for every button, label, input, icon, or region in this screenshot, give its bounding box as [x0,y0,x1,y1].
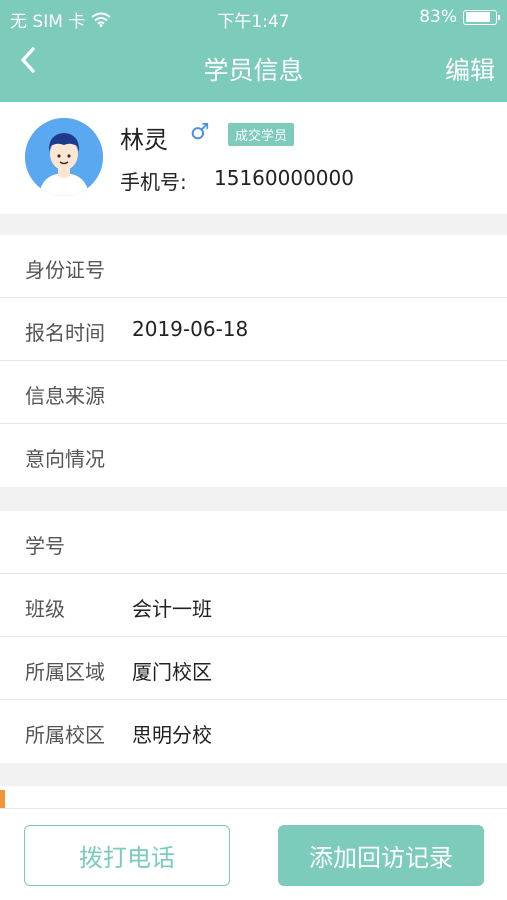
page-title: 学员信息 [203,56,304,85]
info-row-source: 信息来源 [0,361,507,424]
info-row-campus: 所属校区 思明分校 [0,700,507,763]
row-label: 所属区域 [25,660,105,684]
phone-number: 15160000000 [214,166,354,190]
student-name: 林灵 [120,126,168,154]
info-row-enroll-date: 报名时间 2019-06-18 [0,298,507,361]
bottom-action-bar: 拨打电话 添加回访记录 [0,808,507,900]
row-label: 报名时间 [25,321,105,345]
row-value: 2019-06-18 [132,317,249,341]
status-badge: 成交学员 [228,123,295,146]
section-accent-bar [0,790,5,810]
nav-bar: 学员信息 编辑 [0,34,507,102]
row-label: 所属校区 [25,723,105,747]
edit-button[interactable]: 编辑 [445,51,495,87]
battery-percent: 83% [419,7,457,27]
battery-group: 83% [419,7,500,27]
info-row-region: 所属区域 厦门校区 [0,637,507,700]
row-label: 意向情况 [25,447,105,471]
profile-card: 林灵 ♂ 成交学员 手机号: 15160000000 [0,102,507,214]
battery-fill [465,12,490,22]
add-visit-record-button[interactable]: 添加回访记录 [278,825,484,886]
phone-label: 手机号: [120,170,187,194]
partial-section [0,786,507,808]
info-section-class: 学号 班级 会计一班 所属区域 厦门校区 所属校区 思明分校 [0,511,507,763]
info-row-id-number: 身份证号 [0,235,507,298]
row-value: 思明分校 [132,723,212,747]
battery-icon [463,9,500,25]
row-label: 学号 [25,534,65,558]
row-value: 厦门校区 [132,660,212,684]
info-section-basic: 身份证号 报名时间 2019-06-18 信息来源 意向情况 [0,235,507,487]
row-label: 信息来源 [25,384,105,408]
male-gender-icon: ♂ [190,120,210,145]
row-value: 会计一班 [132,597,212,621]
info-row-intent: 意向情况 [0,424,507,487]
user-avatar-icon [25,118,103,196]
info-row-class: 班级 会计一班 [0,574,507,637]
status-bar: 无 SIM 卡 下午1:47 83% [0,0,507,34]
call-button[interactable]: 拨打电话 [24,825,230,886]
row-label: 身份证号 [25,258,105,282]
info-row-student-id: 学号 [0,511,507,574]
row-label: 班级 [25,597,65,621]
